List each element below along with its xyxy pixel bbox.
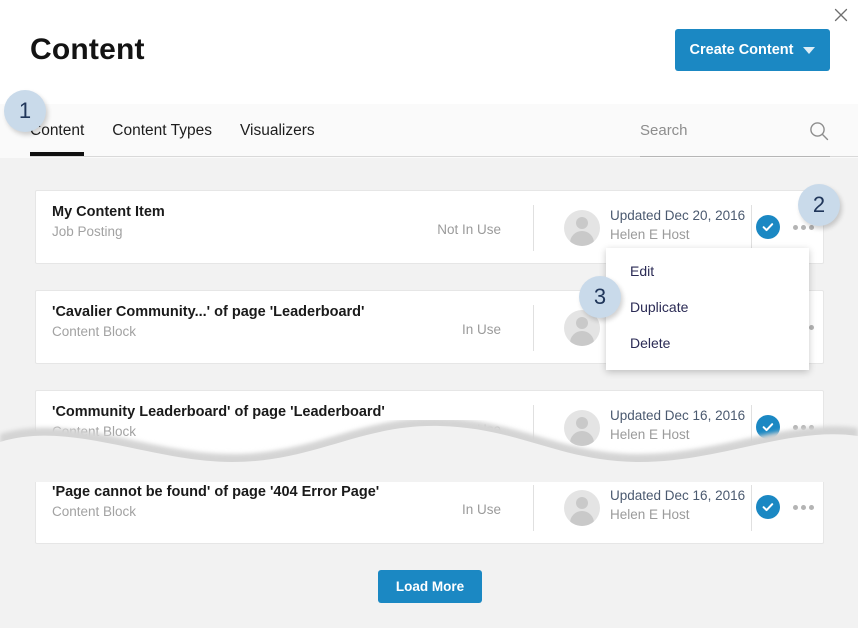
row-author: Helen E Host [610, 227, 745, 242]
table-row[interactable]: 'Community Leaderboard' of page 'Leaderb… [35, 390, 824, 464]
row-updated-date: Updated Dec 16, 2016 [610, 408, 745, 423]
row-divider-right [751, 485, 752, 531]
avatar [564, 490, 600, 526]
table-row[interactable]: 'Page cannot be found' of page '404 Erro… [35, 470, 824, 544]
row-subtitle: Content Block [52, 424, 385, 439]
row-usage-status: In Use [401, 322, 501, 337]
row-title: My Content Item [52, 204, 165, 220]
row-name-cell: 'Page cannot be found' of page '404 Erro… [52, 484, 379, 519]
row-usage-status: In Use [401, 422, 501, 437]
create-content-label: Create Content [690, 42, 794, 58]
search-icon[interactable] [808, 120, 830, 147]
row-divider-right [751, 405, 752, 451]
callout-badge-2: 2 [798, 184, 840, 226]
row-divider-left [533, 405, 534, 451]
kebab-menu-icon[interactable] [789, 421, 818, 434]
create-content-button[interactable]: Create Content [675, 29, 830, 71]
content-manager-screen: Content Create Content Content Content T… [0, 0, 858, 628]
row-name-cell: 'Community Leaderboard' of page 'Leaderb… [52, 404, 385, 439]
close-icon[interactable] [832, 6, 850, 24]
page-header: Content Create Content [0, 0, 858, 104]
menu-item-delete[interactable]: Delete [630, 335, 670, 351]
row-author: Helen E Host [610, 507, 745, 522]
row-context-menu: Edit Duplicate Delete [606, 248, 809, 370]
search-container [640, 122, 830, 147]
kebab-menu-icon[interactable] [789, 501, 818, 514]
check-circle-icon[interactable] [756, 415, 780, 439]
avatar [564, 410, 600, 446]
content-list: My Content Item Job Posting Not In Use U… [0, 158, 858, 628]
search-underline [640, 156, 830, 157]
row-subtitle: Content Block [52, 324, 364, 339]
tab-content-types[interactable]: Content Types [112, 122, 212, 156]
row-author: Helen E Host [610, 427, 745, 442]
menu-item-duplicate[interactable]: Duplicate [630, 299, 688, 315]
avatar [564, 210, 600, 246]
row-title: 'Community Leaderboard' of page 'Leaderb… [52, 404, 385, 420]
row-meta-cell: Updated Dec 16, 2016 Helen E Host [610, 488, 745, 522]
row-divider-left [533, 485, 534, 531]
row-updated-date: Updated Dec 16, 2016 [610, 488, 745, 503]
menu-item-edit[interactable]: Edit [630, 263, 654, 279]
row-name-cell: 'Cavalier Community...' of page 'Leaderb… [52, 304, 364, 339]
tab-list: Content Content Types Visualizers [30, 122, 315, 156]
row-subtitle: Job Posting [52, 224, 165, 239]
row-usage-status: Not In Use [401, 222, 501, 237]
page-title: Content [30, 33, 145, 67]
tab-visualizers[interactable]: Visualizers [240, 122, 315, 156]
row-meta-cell: Updated Dec 16, 2016 Helen E Host [610, 408, 745, 442]
row-subtitle: Content Block [52, 504, 379, 519]
row-title: 'Cavalier Community...' of page 'Leaderb… [52, 304, 364, 320]
tab-content-types-label: Content Types [112, 122, 212, 139]
callout-badge-1: 1 [4, 90, 46, 132]
row-updated-date: Updated Dec 20, 2016 [610, 208, 745, 223]
callout-badge-3: 3 [579, 276, 621, 318]
load-more-button[interactable]: Load More [378, 570, 482, 603]
row-usage-status: In Use [401, 502, 501, 517]
row-title: 'Page cannot be found' of page '404 Erro… [52, 484, 379, 500]
row-divider-right [751, 205, 752, 251]
chevron-down-icon [803, 47, 815, 54]
row-name-cell: My Content Item Job Posting [52, 204, 165, 239]
row-divider-left [533, 305, 534, 351]
row-meta-cell: Updated Dec 20, 2016 Helen E Host [610, 208, 745, 242]
check-circle-icon[interactable] [756, 215, 780, 239]
search-input[interactable] [640, 122, 800, 147]
tab-visualizers-label: Visualizers [240, 122, 315, 139]
check-circle-icon[interactable] [756, 495, 780, 519]
tab-bar: Content Content Types Visualizers [0, 104, 858, 158]
row-divider-left [533, 205, 534, 251]
